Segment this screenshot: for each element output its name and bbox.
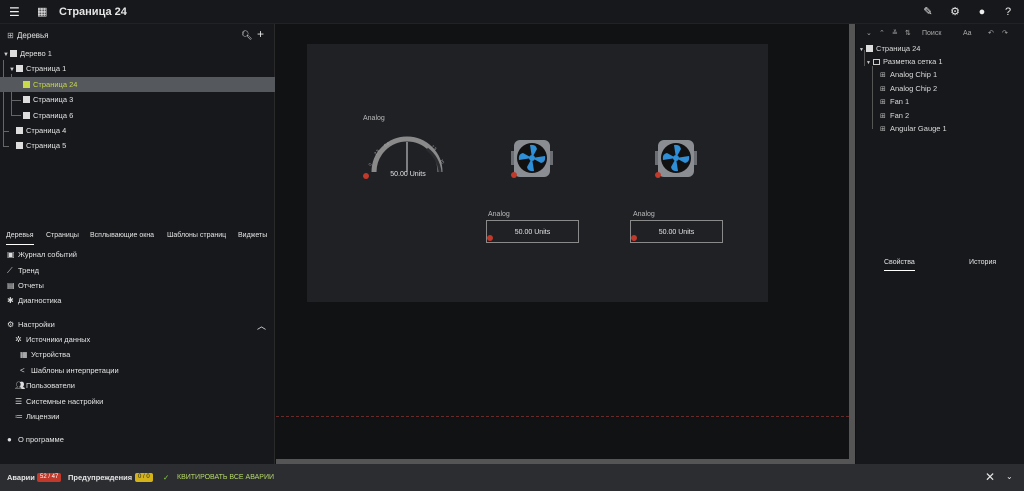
search-icon[interactable]: 🔍︎ (241, 30, 252, 40)
tree-item-page4[interactable]: Страница 4 (16, 123, 66, 138)
chevron-up-icon[interactable]: ︿ (257, 321, 266, 331)
tree-item-tree1[interactable]: ▼ Дерево 1 (3, 46, 52, 61)
redo-icon[interactable]: ↷ (1002, 29, 1008, 38)
analog-chip-1[interactable]: 50.00 Units (486, 220, 579, 243)
warnings-label[interactable]: Предупреждения (68, 473, 132, 483)
gauge-value: 50.00 Units (390, 171, 426, 178)
nav-settings[interactable]: ⚙ Настройки (7, 319, 55, 331)
users-icon: 👥︎ (15, 381, 26, 390)
tab-properties[interactable]: Свойства (884, 258, 915, 271)
outline-item-angular-gauge-1[interactable]: ⊞ Angular Gauge 1 (880, 122, 947, 136)
tab-trees[interactable]: Деревья (6, 231, 34, 245)
undo-icon[interactable]: ↶ (988, 29, 994, 38)
tab-page-templates[interactable]: Шаблоны страниц (167, 231, 226, 241)
chip-2-value: 50.00 Units (658, 229, 695, 236)
tree-item-page1[interactable]: ▼ Страница 1 (9, 61, 66, 76)
tab-widgets[interactable]: Виджеты (238, 231, 267, 241)
widget-icon: ⊞ (880, 99, 886, 106)
chip-1-alarm-indicator (487, 235, 493, 241)
calendar-icon: ▣ (7, 250, 15, 259)
tab-pages[interactable]: Страницы (46, 231, 79, 241)
nav-devices[interactable]: ▦ Устройства (20, 349, 70, 361)
menu-icon[interactable]: ☰ (9, 6, 20, 18)
sliders-icon: ☰ (15, 397, 23, 406)
tree-item-page3[interactable]: Страница 3 (23, 92, 73, 107)
nav-system-settings[interactable]: ☰ Системные настройки (15, 396, 103, 408)
outline-item-fan-2[interactable]: ⊞ Fan 2 (880, 109, 909, 123)
nav-about[interactable]: ● О программе (7, 434, 64, 446)
chip-2-label: Analog (633, 211, 655, 218)
nav-data-sources[interactable]: ✲ Источники данных (15, 334, 90, 346)
page-title: Страница 24 (59, 6, 127, 18)
outline-item-analog-chip-1[interactable]: ⊞ Analog Chip 1 (880, 68, 937, 82)
alarm-bar: Аварии 52 / 47 Предупреждения 0 / 0 ✓ КВ… (0, 464, 1024, 491)
account-icon[interactable]: ● (975, 5, 989, 19)
help-icon[interactable]: ? (1001, 5, 1015, 19)
share-icon: < (20, 366, 25, 375)
dashboard-icon[interactable]: ▦ (37, 6, 47, 18)
match-case-icon[interactable]: Aa (963, 29, 972, 38)
tree-item-page24[interactable]: Страница 24 (0, 77, 275, 92)
settings-icon: ⚙ (7, 320, 15, 329)
fan-2-alarm-indicator (655, 172, 661, 178)
alarms-label[interactable]: Аварии (7, 473, 35, 483)
add-icon[interactable]: + (257, 28, 264, 40)
top-bar: ☰ ▦ Страница 24 ✎ ⚙ ● ? (0, 0, 1024, 24)
right-panel: ⌄ ⌃ ≚ ⇅ Поиск Aa ↶ ↷ ▼ Страница 24 ▼ Раз… (856, 24, 1024, 464)
device-icon: ▦ (20, 350, 28, 359)
cog-icon: ✱ (7, 296, 14, 305)
nav-diagnostics[interactable]: ✱ Диагностика (7, 295, 61, 307)
acknowledge-all-button[interactable]: КВИТИРОВАТЬ ВСЕ АВАРИИ (177, 473, 274, 483)
tree-item-page5[interactable]: Страница 5 (16, 138, 66, 153)
close-icon[interactable]: ✕ (985, 470, 995, 484)
nav-licenses[interactable]: ≔ Лицензии (15, 411, 59, 423)
outline-item-fan-1[interactable]: ⊞ Fan 1 (880, 95, 909, 109)
analog-chip-2[interactable]: 50.00 Units (630, 220, 723, 243)
chip-1-value: 50.00 Units (514, 229, 551, 236)
expand-all-icon[interactable]: ≚ (892, 29, 898, 38)
chip-2-alarm-indicator (631, 235, 637, 241)
widget-icon: ⊞ (880, 72, 886, 79)
fan-1-alarm-indicator (511, 172, 517, 178)
page-boundary-line (276, 416, 849, 417)
tree-icon: ⊞ (7, 31, 14, 40)
alarms-count-badge: 52 / 47 (37, 473, 62, 482)
sort-icon[interactable]: ⇅ (905, 29, 911, 38)
widget-icon: ⊞ (880, 126, 886, 133)
expand-icon[interactable]: ⌄ (866, 29, 872, 38)
nav-event-log[interactable]: ▣ Журнал событий (7, 249, 77, 261)
hub-icon: ✲ (15, 335, 22, 344)
outline-item-analog-chip-2[interactable]: ⊞ Analog Chip 2 (880, 82, 937, 96)
list-icon: ≔ (15, 412, 23, 421)
document-icon: ▤ (7, 281, 15, 290)
left-panel: ⊞ Деревья 🔍︎ + ▼ Дерево 1 ▼ Страница 1 Стра… (0, 24, 275, 464)
nav-reports[interactable]: ▤ Отчеты (7, 280, 44, 292)
info-icon: ● (7, 435, 12, 444)
vertical-scrollbar[interactable] (849, 24, 855, 460)
gauge-label: Analog (363, 115, 385, 122)
nav-users[interactable]: 👥︎Пользователи (15, 380, 75, 392)
search-label[interactable]: Поиск (922, 29, 941, 38)
trees-header: ⊞ Деревья (7, 31, 49, 40)
tab-history[interactable]: История (969, 258, 996, 267)
trend-icon: ⟋ (7, 266, 13, 275)
gauge-alarm-indicator (363, 173, 369, 179)
chip-1-label: Analog (488, 211, 510, 218)
tab-popups[interactable]: Всплывающие окна (90, 231, 154, 241)
warnings-count-badge: 0 / 0 (135, 473, 153, 482)
check-icon: ✓ (163, 473, 170, 482)
svg-text:0: 0 (367, 162, 373, 167)
pencil-icon[interactable]: ✎ (921, 5, 935, 19)
left-tabs: Деревья Страницы Всплывающие окна Шаблон… (0, 229, 275, 245)
tree-item-page6[interactable]: Страница 6 (23, 108, 73, 123)
chevron-down-icon[interactable]: ⌄ (1006, 472, 1013, 482)
nav-trend[interactable]: ⟋ Тренд (7, 265, 39, 277)
nav-interpretation-templates[interactable]: < Шаблоны интерпретации (20, 365, 119, 377)
gear-icon[interactable]: ⚙ (948, 5, 962, 19)
collapse-icon[interactable]: ⌃ (879, 29, 885, 38)
